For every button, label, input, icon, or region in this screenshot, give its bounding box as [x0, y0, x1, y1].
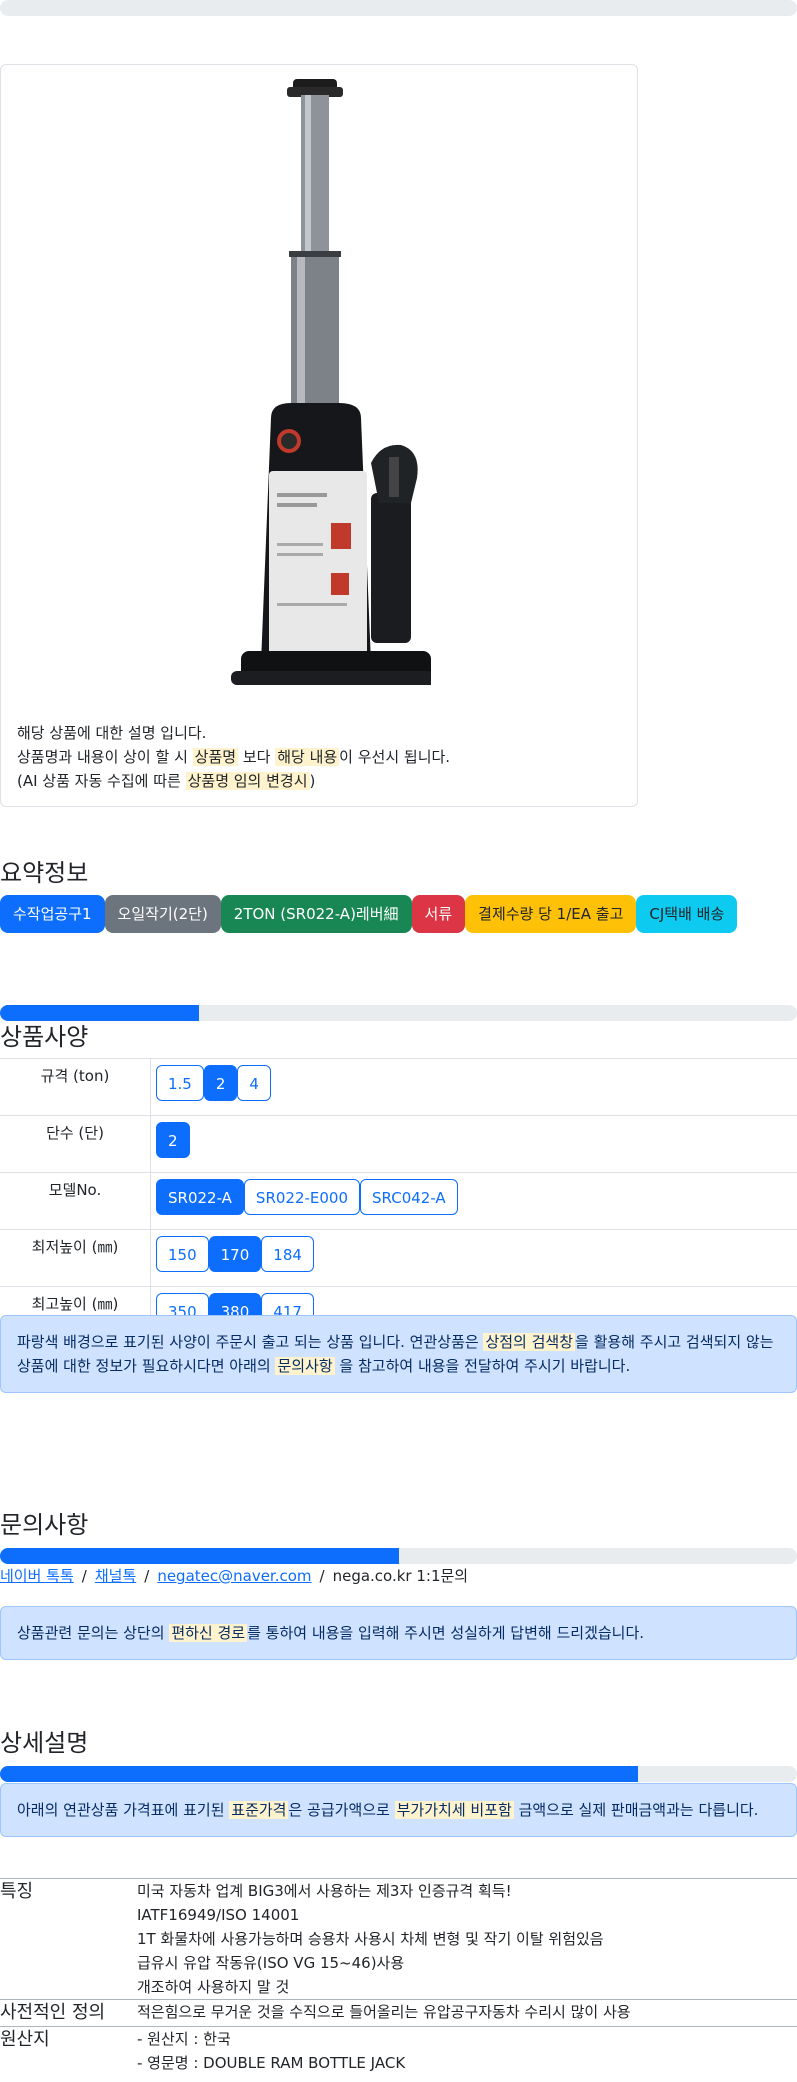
- detail-notice: 아래의 연관상품 가격표에 표기된 표준가격 은 공급가액으로 부가가치세 비포함…: [0, 1783, 797, 1837]
- inquiry-title: 문의사항: [0, 1511, 89, 1539]
- bottle-jack-image: [231, 79, 431, 685]
- text: 이 우선시 됩니다.: [339, 748, 451, 766]
- detail-line: IATF16949/ISO 14001: [137, 1906, 300, 1924]
- spec-options: 2: [150, 1115, 797, 1173]
- badge-document: 서류: [411, 895, 466, 933]
- spec-table: 규격 (ton) 1.5 2 4 단수 (단) 2 모델No. SR022-A SR0…: [0, 1058, 797, 1344]
- highlight-route: 편하신 경로: [169, 1624, 248, 1642]
- option-button[interactable]: 4: [237, 1065, 271, 1101]
- option-button[interactable]: SRC042-A: [360, 1179, 458, 1215]
- detail-line: 급유시 유압 작동유(ISO VG 15~46)사용: [137, 1954, 405, 1972]
- spec-options: 1.5 2 4: [150, 1058, 797, 1116]
- detail-line: 적은힘으로 무거운 것을 수직으로 들어올리는 유압공구자동차 수리시 많이 사…: [137, 2003, 631, 2021]
- inquiry-notice: 상품관련 문의는 상단의 편하신 경로 를 통하여 내용을 입력해 주시면 성실하…: [0, 1606, 797, 1660]
- product-image-card: 해당 상품에 대한 설명 입니다. 상품명과 내용이 상이 할 시 상품명 보다…: [0, 64, 638, 807]
- highlight-search: 상점의 검색창: [483, 1333, 576, 1351]
- spec-label: 최저높이 (㎜): [0, 1229, 151, 1287]
- detail-key: 원산지: [0, 2026, 137, 2075]
- detail-row: 특징 미국 자동차 업계 BIG3에서 사용하는 제3자 인증규격 획득! IA…: [0, 1878, 797, 2000]
- inquiry-progress-bar: [0, 1548, 797, 1564]
- spec-label: 모델No.: [0, 1172, 151, 1230]
- separator: /: [81, 1567, 87, 1585]
- spec-label: 규격 (ton): [0, 1058, 151, 1116]
- progress-fill: [0, 1548, 399, 1564]
- detail-value: - 원산지 : 한국 - 영문명 : DOUBLE RAM BOTTLE JAC…: [137, 2026, 797, 2075]
- text: 상품명과 내용이 상이 할 시: [17, 748, 193, 766]
- text: 아래의 연관상품 가격표에 표기된: [17, 1801, 230, 1819]
- spec-row: 모델No. SR022-A SR022-E000 SRC042-A: [0, 1172, 797, 1230]
- text: 은 공급가액으로: [288, 1801, 395, 1819]
- detail-row: 원산지 - 원산지 : 한국 - 영문명 : DOUBLE RAM BOTTLE…: [0, 2026, 797, 2075]
- spec-row: 단수 (단) 2: [0, 1115, 797, 1173]
- option-button-selected[interactable]: 170: [208, 1236, 262, 1272]
- detail-progress-bar: [0, 1766, 797, 1782]
- text: 파랑색 배경으로 표기된 사양이 주문시 출고 되는 상품 입니다. 연관상품은: [17, 1333, 484, 1351]
- separator: /: [144, 1567, 150, 1585]
- spec-notice: 파랑색 배경으로 표기된 사양이 주문시 출고 되는 상품 입니다. 연관상품은…: [0, 1315, 797, 1393]
- highlight-product-name: 상품명: [192, 748, 239, 766]
- summary-badges: 수작업공구1 오일작기(2단) 2TON (SR022-A)레버細 서류 결제수…: [0, 895, 738, 933]
- option-button-selected[interactable]: 2: [203, 1065, 238, 1101]
- channel-talk-link[interactable]: 채널톡: [95, 1567, 136, 1585]
- detail-title: 상세설명: [0, 1729, 89, 1757]
- description-line-1: 해당 상품에 대한 설명 입니다.: [17, 724, 207, 742]
- spec-label: 단수 (단): [0, 1115, 151, 1173]
- detail-key: 특징: [0, 1878, 137, 2000]
- badge-model: 2TON (SR022-A)레버細: [220, 895, 412, 933]
- text: 금액으로 실제 판매금액과는 다릅니다.: [513, 1801, 759, 1819]
- badge-delivery: CJ택배 배송: [636, 895, 738, 933]
- option-button[interactable]: 184: [261, 1236, 314, 1272]
- badge-category: 수작업공구1: [0, 895, 105, 933]
- detail-value: 적은힘으로 무거운 것을 수직으로 들어올리는 유압공구자동차 수리시 많이 사…: [137, 1999, 797, 2027]
- text: (AI 상품 자동 수집에 따른: [17, 772, 186, 790]
- product-description: 해당 상품에 대한 설명 입니다. 상품명과 내용이 상이 할 시 상품명 보다…: [17, 721, 450, 793]
- badge-quantity: 결제수량 당 1/EA 출고: [465, 895, 637, 933]
- highlight-inquiry: 문의사항: [275, 1357, 335, 1375]
- detail-value: 미국 자동차 업계 BIG3에서 사용하는 제3자 인증규격 획득! IATF1…: [137, 1878, 797, 2000]
- text: 을 참고하여 내용을 전달하여 주시기 바랍니다.: [334, 1357, 631, 1375]
- detail-line: 1T 화물차에 사용가능하며 승용차 사용시 차체 변형 및 작기 이탈 위험있…: [137, 1930, 604, 1948]
- highlight-name-change: 상품명 임의 변경시: [185, 772, 310, 790]
- detail-row: 사전적인 정의 적은힘으로 무거운 것을 수직으로 들어올리는 유압공구자동차 …: [0, 1999, 797, 2027]
- top-progress-bar: [0, 0, 797, 16]
- option-button[interactable]: 1.5: [156, 1065, 204, 1101]
- separator: /: [319, 1567, 325, 1585]
- option-button-selected[interactable]: 2: [156, 1122, 190, 1158]
- naver-talk-link[interactable]: 네이버 톡톡: [0, 1567, 74, 1585]
- site-inquiry-text: nega.co.kr 1:1문의: [332, 1567, 469, 1585]
- spec-row: 최저높이 (㎜) 150 170 184: [0, 1229, 797, 1287]
- detail-line: 개조하여 사용하지 말 것: [137, 1978, 290, 1996]
- email-link[interactable]: negatec@naver.com: [157, 1567, 311, 1585]
- text: 보다: [238, 748, 276, 766]
- detail-line: - 영문명 : DOUBLE RAM BOTTLE JACK: [137, 2054, 406, 2072]
- spec-options: SR022-A SR022-E000 SRC042-A: [150, 1172, 797, 1230]
- text: 상품관련 문의는 상단의: [17, 1624, 170, 1642]
- highlight-vat: 부가가치세 비포함: [394, 1801, 514, 1819]
- spec-row: 규격 (ton) 1.5 2 4: [0, 1058, 797, 1116]
- option-button[interactable]: SR022-E000: [243, 1179, 361, 1215]
- summary-title: 요약정보: [0, 859, 89, 887]
- inquiry-links: 네이버 톡톡 / 채널톡 / negatec@naver.com / nega.co.kr …: [0, 1565, 468, 1586]
- spec-title: 상품사양: [0, 1023, 89, 1051]
- highlight-content: 해당 내용: [275, 748, 340, 766]
- text: 를 통하여 내용을 입력해 주시면 성실하게 답변해 드리겠습니다.: [247, 1624, 645, 1642]
- progress-fill: [0, 1766, 638, 1782]
- option-button[interactable]: 150: [156, 1236, 209, 1272]
- detail-table: 특징 미국 자동차 업계 BIG3에서 사용하는 제3자 인증규격 획득! IA…: [0, 1878, 797, 2075]
- detail-key: 사전적인 정의: [0, 1999, 137, 2027]
- badge-type: 오일작기(2단): [104, 895, 221, 933]
- spec-options: 150 170 184: [150, 1229, 797, 1287]
- spec-progress-bar: [0, 1005, 797, 1021]
- description-line-3: (AI 상품 자동 수집에 따른 상품명 임의 변경시): [17, 769, 450, 793]
- option-button-selected[interactable]: SR022-A: [156, 1179, 244, 1215]
- description-line-2: 상품명과 내용이 상이 할 시 상품명 보다 해당 내용 이 우선시 됩니다.: [17, 745, 450, 769]
- detail-line: 미국 자동차 업계 BIG3에서 사용하는 제3자 인증규격 획득!: [137, 1882, 512, 1900]
- detail-line: - 원산지 : 한국: [137, 2030, 231, 2048]
- text: ): [309, 772, 316, 790]
- highlight-standard-price: 표준가격: [229, 1801, 289, 1819]
